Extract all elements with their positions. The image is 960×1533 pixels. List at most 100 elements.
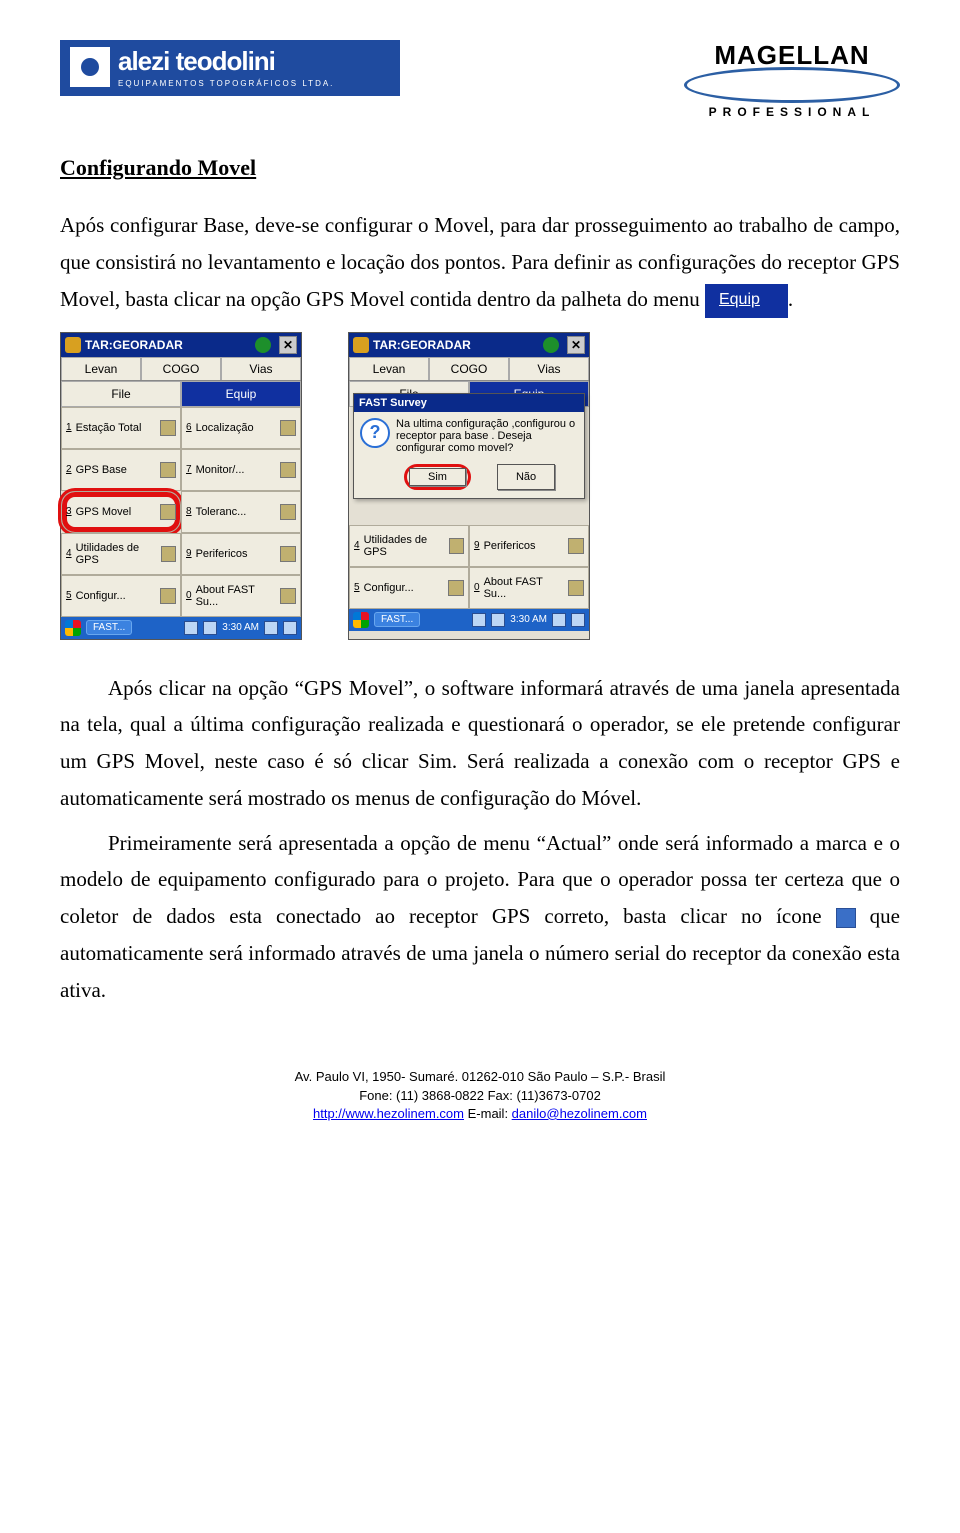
- orbit-icon: [684, 67, 900, 103]
- system-tray: 3:30 AM: [472, 613, 585, 627]
- logo-magellan: MAGELLAN PROFESSIONAL: [684, 40, 900, 119]
- logo-right-brand: MAGELLAN: [684, 40, 900, 71]
- taskbar-left: FAST... 3:30 AM: [61, 617, 301, 639]
- system-tray: 3:30 AM: [184, 621, 297, 635]
- tab-cogo[interactable]: COGO: [429, 357, 509, 380]
- close-icon[interactable]: ✕: [567, 336, 585, 354]
- tray-desktop-icon[interactable]: [571, 613, 585, 627]
- logo-square-icon: [70, 47, 110, 87]
- logo-right-sub: PROFESSIONAL: [684, 105, 900, 119]
- para3-text-a: Primeiramente será apresentada a opção d…: [60, 831, 900, 929]
- taskbar-right: FAST... 3:30 AM: [349, 609, 589, 631]
- menu-about[interactable]: 0About FAST Su...: [181, 575, 301, 617]
- gps-base-icon: [160, 462, 176, 478]
- tray-sip-icon[interactable]: [264, 621, 278, 635]
- clock: 3:30 AM: [510, 614, 547, 625]
- section-title: Configurando Movel: [60, 155, 900, 181]
- screenshot-left: TAR:GEORADAR ✕ Levan COGO Vias File Equi…: [60, 332, 302, 640]
- tab-levan[interactable]: Levan: [349, 357, 429, 380]
- about-icon: [568, 580, 584, 596]
- tray-bluetooth-icon[interactable]: [184, 621, 198, 635]
- menu-gps-base[interactable]: 2GPS Base: [61, 449, 181, 491]
- paragraph-3: Primeiramente será apresentada a opção d…: [60, 825, 900, 1009]
- start-icon[interactable]: [353, 612, 369, 628]
- start-icon[interactable]: [65, 620, 81, 636]
- footer-address: Av. Paulo VI, 1950- Sumaré. 01262-010 Sã…: [60, 1068, 900, 1086]
- nao-button[interactable]: Não: [497, 464, 555, 490]
- logo-left-line2: EQUIPAMENTOS TOPOGRÁFICOS LTDA.: [118, 79, 334, 88]
- about-icon: [280, 588, 296, 604]
- wrench-icon: [448, 580, 464, 596]
- tray-desktop-icon[interactable]: [283, 621, 297, 635]
- tab-vias[interactable]: Vias: [509, 357, 589, 380]
- close-icon[interactable]: ✕: [279, 336, 297, 354]
- sim-highlight: Sim: [404, 464, 471, 490]
- footer-email[interactable]: danilo@hezolinem.com: [512, 1106, 647, 1121]
- tolerance-icon: [280, 504, 296, 520]
- menu-configur[interactable]: 5Configur...: [61, 575, 181, 617]
- sim-button[interactable]: Sim: [409, 468, 466, 486]
- top-tabs-left: Levan COGO Vias: [61, 357, 301, 381]
- menu-utilidades-gps[interactable]: 4Utilidades de GPS: [61, 533, 181, 575]
- menu-utilidades-gps[interactable]: 4Utilidades de GPS: [349, 525, 469, 567]
- monitor-icon: [280, 462, 296, 478]
- menu-monitor[interactable]: 7Monitor/...: [181, 449, 301, 491]
- paragraph-2: Após clicar na opção “GPS Movel”, o soft…: [60, 670, 900, 817]
- tab-file[interactable]: File: [61, 381, 181, 407]
- clock: 3:30 AM: [222, 622, 259, 633]
- screenshots-row: TAR:GEORADAR ✕ Levan COGO Vias File Equi…: [60, 332, 900, 640]
- paragraph-1: Após configurar Base, deve-se configurar…: [60, 207, 900, 318]
- tray-status-icon[interactable]: [203, 621, 217, 635]
- dialog-fast-survey: FAST Survey ? Na ultima configuração ,co…: [353, 393, 585, 499]
- tab-cogo[interactable]: COGO: [141, 357, 221, 380]
- tab-vias[interactable]: Vias: [221, 357, 301, 380]
- menu-localizacao[interactable]: 6Localização: [181, 407, 301, 449]
- dialog-message: Na ultima configuração ,configurou o rec…: [396, 418, 578, 454]
- globe-icon[interactable]: [255, 337, 271, 353]
- top-tabs-right: Levan COGO Vias: [349, 357, 589, 381]
- app-icon: [353, 337, 369, 353]
- logo-left-line1: alezi teodolini: [118, 46, 334, 77]
- menu-configur[interactable]: 5Configur...: [349, 567, 469, 609]
- page-header: alezi teodolini EQUIPAMENTOS TOPOGRÁFICO…: [60, 40, 900, 119]
- question-icon: ?: [360, 418, 390, 448]
- tray-sip-icon[interactable]: [552, 613, 566, 627]
- utilities-icon: [449, 538, 464, 554]
- footer-email-label: E-mail:: [464, 1106, 512, 1121]
- para1-text-b: .: [788, 287, 793, 311]
- gps-rover-icon: [160, 504, 176, 520]
- peripherals-icon: [568, 538, 584, 554]
- page-footer: Av. Paulo VI, 1950- Sumaré. 01262-010 Sã…: [60, 1068, 900, 1123]
- utilities-icon: [161, 546, 176, 562]
- menu-toleranc[interactable]: 8Toleranc...: [181, 491, 301, 533]
- tab-levan[interactable]: Levan: [61, 357, 141, 380]
- window-title: TAR:GEORADAR: [373, 338, 471, 352]
- tray-bluetooth-icon[interactable]: [472, 613, 486, 627]
- logo-alezi-teodolini: alezi teodolini EQUIPAMENTOS TOPOGRÁFICO…: [60, 40, 400, 96]
- wrench-icon: [160, 588, 176, 604]
- screenshot-right: TAR:GEORADAR ✕ Levan COGO Vias File Equi…: [348, 332, 590, 640]
- tripod-icon: [160, 420, 176, 436]
- sub-tabs-left: File Equip: [61, 381, 301, 407]
- tray-status-icon[interactable]: [491, 613, 505, 627]
- menu-perifericos[interactable]: 9Perifericos: [181, 533, 301, 575]
- menu-grid-left: 1Estação Total 6Localização 2GPS Base 7M…: [61, 407, 301, 617]
- location-icon: [280, 420, 296, 436]
- titlebar-right: TAR:GEORADAR ✕: [349, 333, 589, 357]
- menu-gps-movel[interactable]: 3GPS Movel: [61, 491, 181, 533]
- menu-about[interactable]: 0About FAST Su...: [469, 567, 589, 609]
- task-button-fast[interactable]: FAST...: [86, 620, 132, 635]
- titlebar-left: TAR:GEORADAR ✕: [61, 333, 301, 357]
- window-title: TAR:GEORADAR: [85, 338, 183, 352]
- footer-phone: Fone: (11) 3868-0822 Fax: (11)3673-0702: [60, 1087, 900, 1105]
- menu-perifericos[interactable]: 9Perifericos: [469, 525, 589, 567]
- app-icon: [65, 337, 81, 353]
- info-icon[interactable]: i: [836, 908, 856, 928]
- task-button-fast[interactable]: FAST...: [374, 612, 420, 627]
- equip-button-inline[interactable]: Equip: [705, 284, 788, 318]
- globe-icon[interactable]: [543, 337, 559, 353]
- menu-estacao-total[interactable]: 1Estação Total: [61, 407, 181, 449]
- tab-equip[interactable]: Equip: [181, 381, 301, 407]
- footer-link[interactable]: http://www.hezolinem.com: [313, 1106, 464, 1121]
- peripherals-icon: [280, 546, 296, 562]
